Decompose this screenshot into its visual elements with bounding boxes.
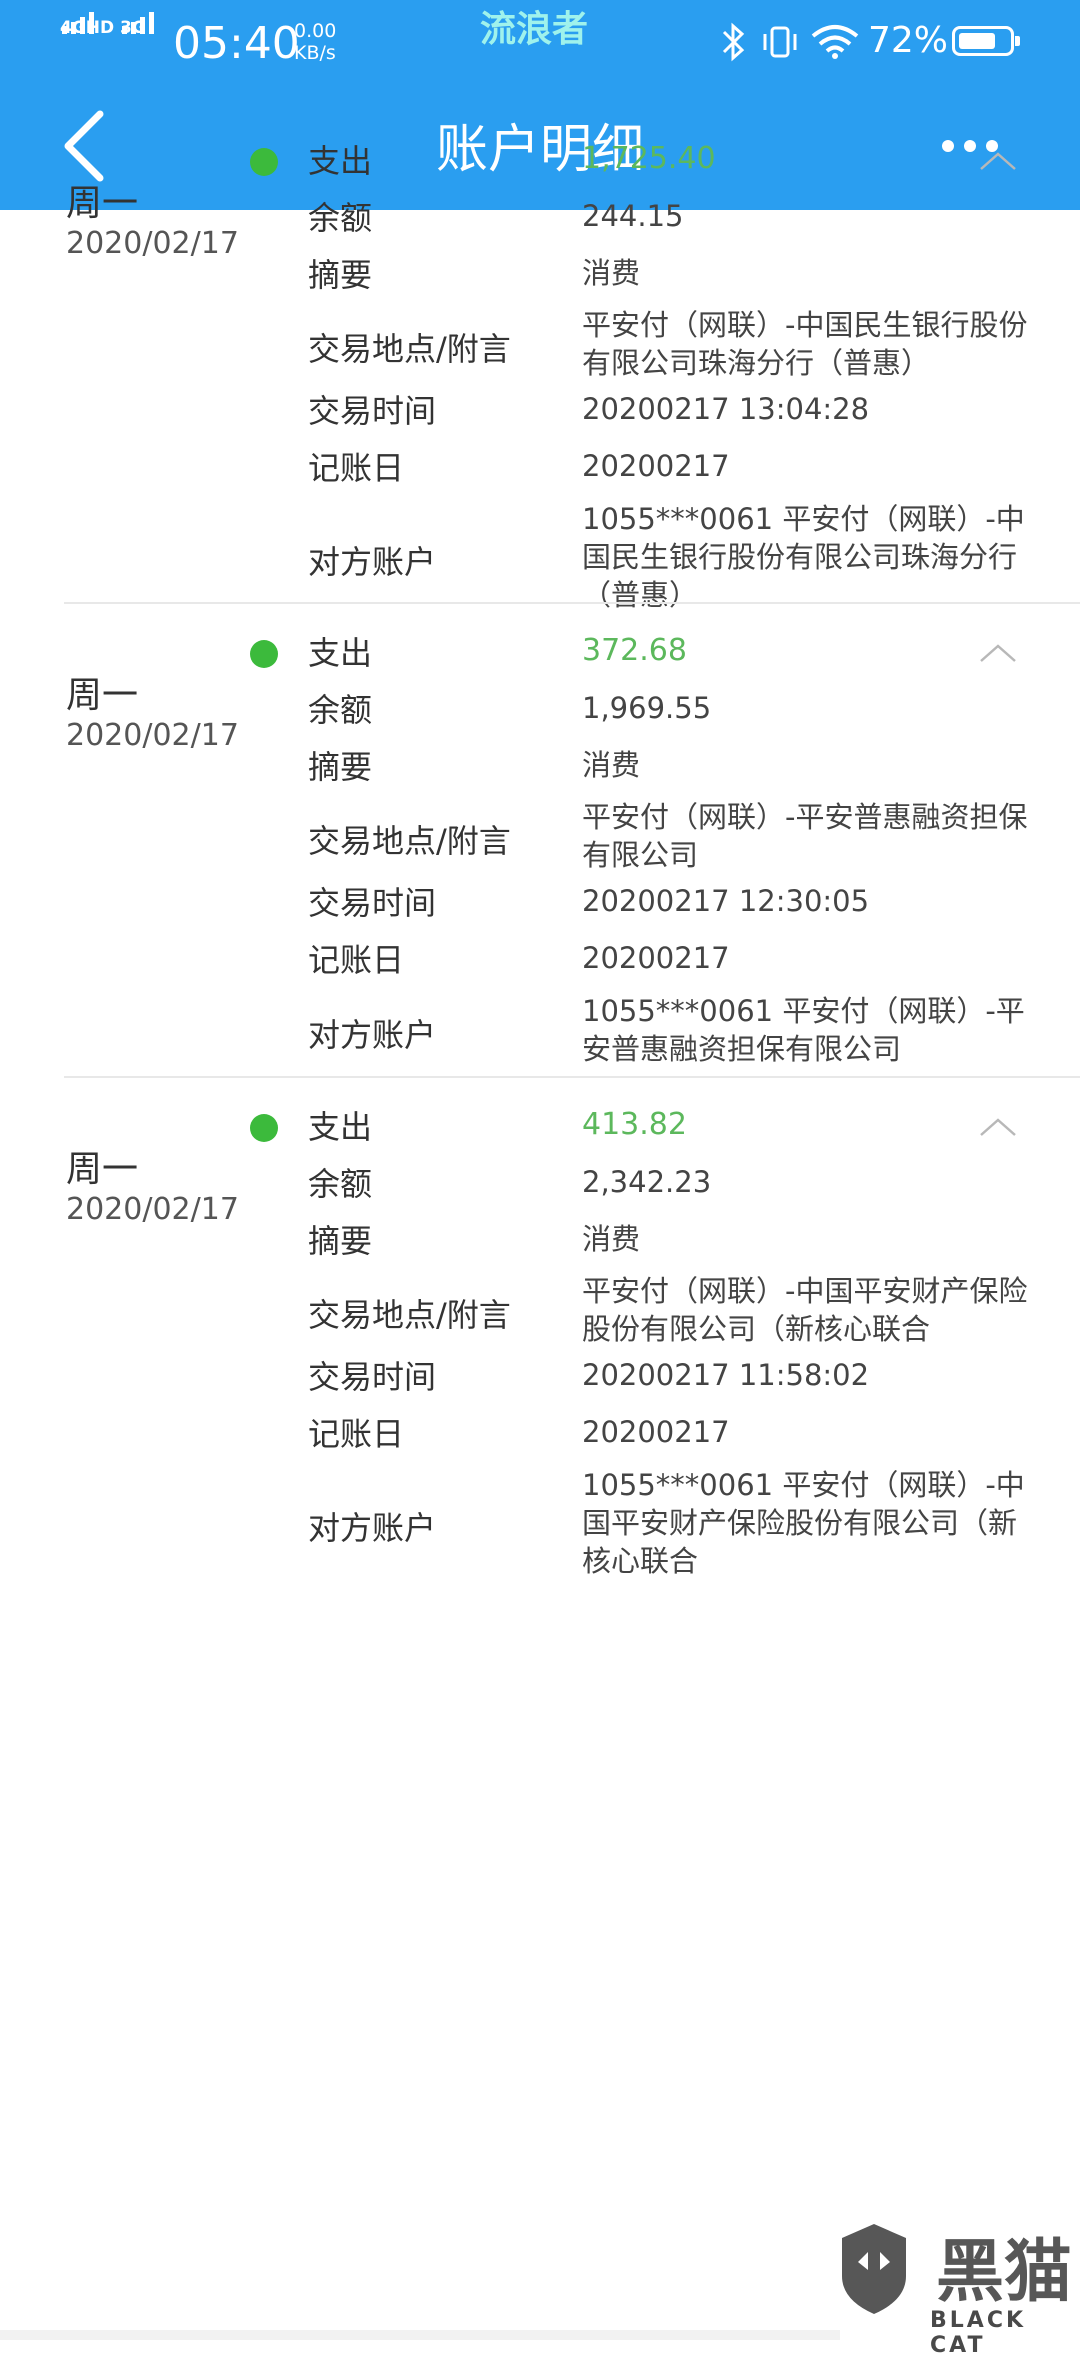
- record-trans-time: 20200217 13:04:28: [582, 392, 870, 426]
- record-location: 平安付（网联）-平安普惠融资担保 有限公司: [582, 798, 1078, 874]
- record-balance: 2,342.23: [582, 1165, 712, 1199]
- label-trans-time: 交易时间: [308, 392, 437, 430]
- record-date: 2020/02/17: [66, 718, 239, 753]
- battery-percent: 72%: [868, 20, 949, 61]
- label-summary: 摘要: [308, 1222, 373, 1260]
- label-posting-date: 记账日: [308, 449, 405, 487]
- label-trans-time: 交易时间: [308, 884, 437, 922]
- label-balance: 余额: [308, 691, 373, 729]
- record-trans-time: 20200217 11:58:02: [582, 1358, 870, 1392]
- location-line: 平安付（网联）-平安普惠融资担保: [582, 800, 1028, 834]
- record-weekday: 周一: [66, 183, 139, 224]
- vibrate-icon: [763, 26, 797, 58]
- status-dot-icon: [250, 1114, 278, 1142]
- label-trans-time: 交易时间: [308, 1358, 437, 1396]
- record-amount: 372.68: [582, 633, 687, 668]
- speed-unit: KB/s: [294, 42, 336, 64]
- label-summary: 摘要: [308, 256, 373, 294]
- location-line: 股份有限公司（新核心联合: [582, 1312, 931, 1346]
- record-date: 2020/02/17: [66, 226, 239, 261]
- label-summary: 摘要: [308, 748, 373, 786]
- location-line: 有限公司珠海分行（普惠）: [582, 346, 931, 380]
- record-amount: 413.82: [582, 1107, 687, 1142]
- location-line: 平安付（网联）-中国平安财产保险: [582, 1274, 1028, 1308]
- counterparty-line: 1055***0061 平安付（网联）-中: [582, 502, 1025, 536]
- label-balance: 余额: [308, 1165, 373, 1203]
- label-expense: 支出: [308, 142, 373, 180]
- label-location: 交易地点/附言: [308, 1296, 511, 1334]
- status-dot-icon: [250, 148, 278, 176]
- black-cat-watermark: 黑猫 BLACK CAT: [838, 2218, 1080, 2358]
- status-time: 05:40: [173, 18, 300, 69]
- label-expense: 支出: [308, 634, 373, 672]
- record-weekday: 周一: [66, 1149, 139, 1190]
- record-amount: 1,725.40: [582, 141, 716, 176]
- record-trans-time: 20200217 12:30:05: [582, 884, 870, 918]
- record-divider: [64, 1076, 1080, 1078]
- record-weekday: 周一: [66, 675, 139, 716]
- record-posting-date: 20200217: [582, 449, 730, 483]
- status-bar: 4GHD 3G 05:40 0.00 KB/s 流浪者 72%: [0, 0, 1080, 86]
- app-header: 4GHD 3G 05:40 0.00 KB/s 流浪者 72%: [0, 0, 1080, 210]
- record-counterparty: 1055***0061 平安付（网联）-平 安普惠融资担保有限公司: [582, 992, 1078, 1068]
- record-summary: 消费: [582, 256, 641, 290]
- network-type-1: 4GHD: [60, 18, 115, 38]
- counterparty-line: （普惠）: [582, 578, 699, 612]
- counterparty-line: 核心联合: [582, 1544, 699, 1578]
- record-divider: [64, 602, 1080, 604]
- record-posting-date: 20200217: [582, 1415, 730, 1449]
- label-counterparty: 对方账户: [308, 1509, 437, 1547]
- status-dot-icon: [250, 640, 278, 668]
- location-line: 有限公司: [582, 838, 699, 872]
- overlay-title: 流浪者: [480, 9, 589, 50]
- label-balance: 余额: [308, 199, 373, 237]
- speed-value: 0.00: [294, 20, 337, 42]
- record-summary: 消费: [582, 1222, 641, 1256]
- label-location: 交易地点/附言: [308, 822, 511, 860]
- record-location: 平安付（网联）-中国平安财产保险 股份有限公司（新核心联合: [582, 1272, 1078, 1348]
- counterparty-line: 国平安财产保险股份有限公司（新: [582, 1506, 1018, 1540]
- black-cat-logo-icon: [842, 2224, 906, 2314]
- record-balance: 1,969.55: [582, 691, 712, 725]
- counterparty-line: 1055***0061 平安付（网联）-中: [582, 1468, 1025, 1502]
- bluetooth-icon: [722, 22, 745, 62]
- label-posting-date: 记账日: [308, 1415, 405, 1453]
- record-location: 平安付（网联）-中国民生银行股份 有限公司珠海分行（普惠）: [582, 306, 1078, 382]
- record-summary: 消费: [582, 748, 641, 782]
- label-counterparty: 对方账户: [308, 1016, 437, 1054]
- record-counterparty: 1055***0061 平安付（网联）-中 国民生银行股份有限公司珠海分行 （普惠）: [582, 500, 1078, 614]
- watermark-cn: 黑猫: [936, 2233, 1073, 2312]
- counterparty-line: 国民生银行股份有限公司珠海分行: [582, 540, 1018, 574]
- wifi-icon: [811, 25, 859, 59]
- record-date: 2020/02/17: [66, 1192, 239, 1227]
- label-counterparty: 对方账户: [308, 543, 437, 581]
- counterparty-line: 安普惠融资担保有限公司: [582, 1032, 902, 1066]
- label-location: 交易地点/附言: [308, 330, 511, 368]
- label-expense: 支出: [308, 1108, 373, 1146]
- label-posting-date: 记账日: [308, 941, 405, 979]
- bottom-edge: [0, 2330, 840, 2340]
- record-balance: 244.15: [582, 199, 684, 233]
- location-line: 平安付（网联）-中国民生银行股份: [582, 308, 1028, 342]
- watermark-en: BLACK CAT: [930, 2308, 1027, 2358]
- record-posting-date: 20200217: [582, 941, 730, 975]
- network-speed: 0.00 KB/s: [294, 20, 336, 64]
- counterparty-line: 1055***0061 平安付（网联）-平: [582, 994, 1025, 1028]
- battery-icon: [952, 26, 1020, 56]
- record-counterparty: 1055***0061 平安付（网联）-中 国平安财产保险股份有限公司（新 核心联合: [582, 1466, 1078, 1580]
